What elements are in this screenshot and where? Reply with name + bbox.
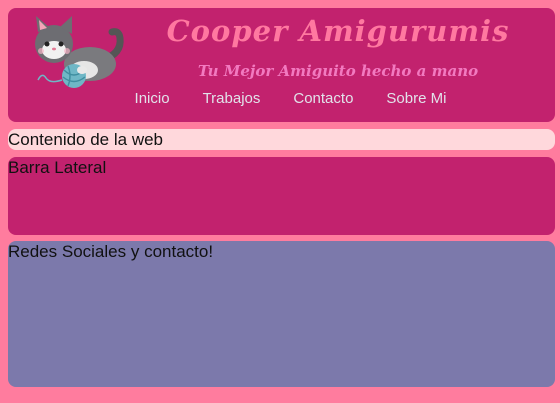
main-nav: Inicio Trabajos Contacto Sobre Mi xyxy=(8,90,555,107)
nav-link-inicio[interactable]: Inicio xyxy=(135,90,170,107)
nav-link-sobre-mi[interactable]: Sobre Mi xyxy=(386,90,446,107)
sidebar-text: Barra Lateral xyxy=(8,158,107,177)
site-tagline: Tu Mejor Amiguito hecho a mano xyxy=(197,62,479,80)
footer: Redes Sociales y contacto! xyxy=(8,241,555,387)
sidebar: Barra Lateral xyxy=(8,157,555,235)
nav-link-contacto[interactable]: Contacto xyxy=(293,90,353,107)
site-title: Cooper Amigurumis xyxy=(166,14,510,48)
nav-link-trabajos[interactable]: Trabajos xyxy=(203,90,261,107)
footer-text: Redes Sociales y contacto! xyxy=(8,242,214,261)
content-text: Contenido de la web xyxy=(8,130,164,149)
cat-with-yarn-ball-icon xyxy=(35,16,124,88)
site-header: Cooper Amigurumis Tu Mejor Amiguito hech… xyxy=(8,8,555,122)
main-content: Contenido de la web xyxy=(8,129,555,150)
